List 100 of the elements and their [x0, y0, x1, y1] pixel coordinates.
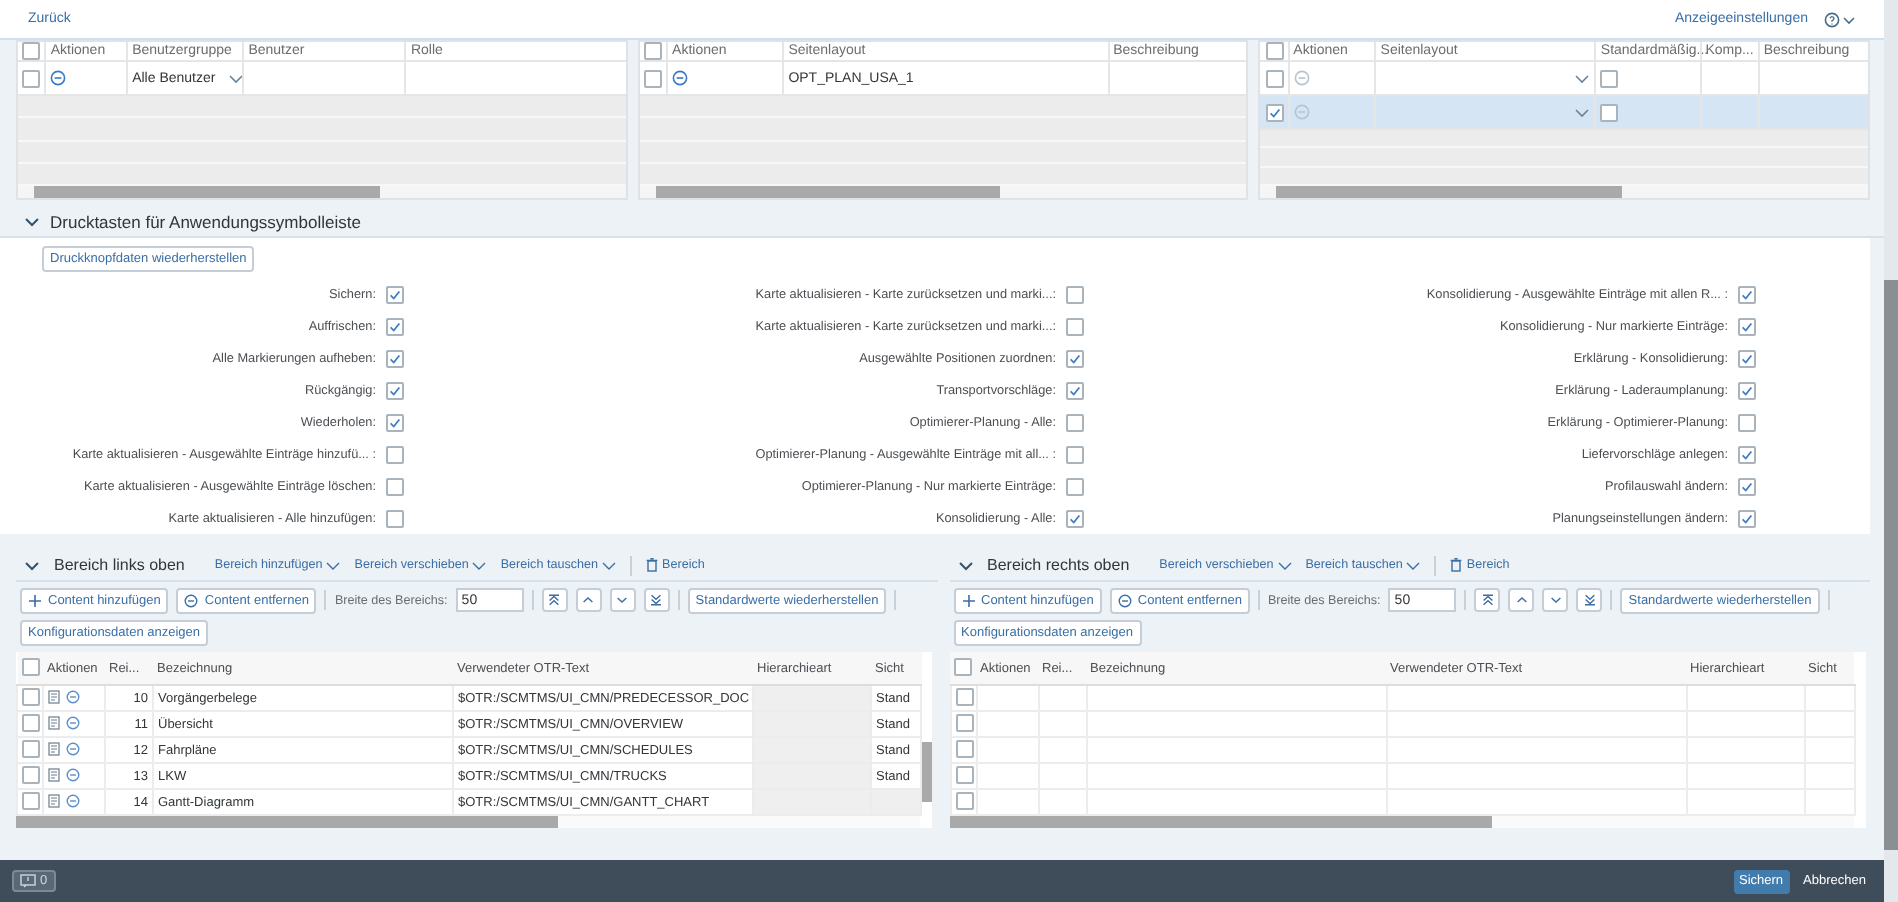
trash-icon: [1450, 558, 1463, 572]
checkbox[interactable]: [1066, 413, 1084, 431]
checkbox[interactable]: [22, 791, 40, 809]
checkbox[interactable]: [22, 739, 40, 757]
details-icon[interactable]: [48, 741, 62, 755]
remove-icon[interactable]: [66, 767, 80, 781]
minus-circle-icon: [184, 593, 199, 607]
checkbox[interactable]: [386, 413, 404, 431]
checkbox[interactable]: [1738, 413, 1756, 431]
minus-circle-icon: [1117, 593, 1132, 607]
checkbox[interactable]: [1600, 69, 1619, 87]
checkbox[interactable]: [386, 445, 404, 463]
chevron-down-icon: [1574, 73, 1591, 83]
scrollbar[interactable]: [1884, 280, 1898, 850]
plus-icon: [28, 593, 42, 607]
scrollbar[interactable]: [949, 816, 1492, 828]
move-top-button[interactable]: [1474, 588, 1501, 612]
chevron-down-icon: [1406, 561, 1421, 569]
checkbox[interactable]: [954, 657, 972, 675]
details-icon[interactable]: [48, 793, 62, 807]
chevron-down-icon: [602, 561, 617, 569]
checkbox[interactable]: [386, 317, 404, 335]
chevron-down-icon: [472, 561, 487, 569]
checkbox[interactable]: [643, 42, 662, 60]
checkbox[interactable]: [643, 69, 662, 87]
remove-icon[interactable]: [50, 70, 67, 86]
details-icon[interactable]: [48, 767, 62, 781]
checkbox[interactable]: [386, 381, 404, 399]
checkbox[interactable]: [22, 713, 40, 731]
checkbox[interactable]: [386, 509, 404, 527]
checkbox[interactable]: [1265, 103, 1283, 121]
chevron-down-icon: [227, 73, 244, 83]
chevron-down-icon[interactable]: [24, 215, 40, 227]
remove-icon[interactable]: [66, 715, 80, 729]
double-chevron-down-icon: [650, 594, 663, 606]
checkbox[interactable]: [1738, 317, 1756, 335]
chevron-down-icon[interactable]: [24, 559, 40, 571]
double-chevron-up-icon: [1481, 594, 1494, 606]
checkbox[interactable]: [21, 657, 39, 675]
checkbox[interactable]: [955, 791, 973, 809]
chevron-down-icon[interactable]: [957, 559, 973, 571]
double-chevron-up-icon: [548, 594, 561, 606]
remove-icon[interactable]: [66, 689, 80, 703]
checkbox[interactable]: [1265, 42, 1283, 60]
checkbox[interactable]: [22, 687, 40, 705]
remove-icon[interactable]: [66, 741, 80, 755]
checkbox[interactable]: [1265, 69, 1283, 87]
checkbox[interactable]: [22, 765, 40, 783]
checkbox[interactable]: [955, 765, 973, 783]
remove-icon[interactable]: [66, 793, 80, 807]
move-down-button[interactable]: [1542, 588, 1569, 612]
move-bottom-button[interactable]: [643, 588, 670, 612]
checkbox[interactable]: [1066, 317, 1084, 335]
checkbox[interactable]: [1066, 445, 1084, 463]
move-up-button[interactable]: [575, 588, 602, 612]
checkbox[interactable]: [1738, 477, 1756, 495]
double-chevron-down-icon: [1583, 594, 1596, 606]
message-icon: [20, 874, 36, 888]
scrollbar[interactable]: [16, 816, 559, 828]
scrollbar[interactable]: [922, 742, 932, 802]
chevron-up-icon: [1515, 594, 1528, 606]
checkbox[interactable]: [386, 285, 404, 303]
scrollbar[interactable]: [655, 186, 1001, 198]
checkbox[interactable]: [386, 349, 404, 367]
scrollbar[interactable]: [34, 186, 380, 198]
checkbox[interactable]: [955, 739, 973, 757]
checkbox[interactable]: [1066, 349, 1084, 367]
checkbox[interactable]: [1738, 381, 1756, 399]
checkbox[interactable]: [955, 687, 973, 705]
checkbox[interactable]: [1738, 445, 1756, 463]
chevron-down-icon: [1574, 107, 1591, 117]
move-top-button[interactable]: [541, 588, 568, 612]
checkbox[interactable]: [955, 713, 973, 731]
remove-icon[interactable]: [672, 70, 689, 86]
checkbox[interactable]: [1738, 509, 1756, 527]
checkbox[interactable]: [386, 477, 404, 495]
checkbox[interactable]: [1738, 349, 1756, 367]
checkbox[interactable]: [1066, 285, 1084, 303]
help-icon: [1824, 11, 1856, 27]
section-title: Drucktasten für Anwendungssymbolleiste: [50, 211, 361, 231]
chevron-down-icon: [616, 594, 629, 606]
details-icon[interactable]: [48, 689, 62, 703]
help-button[interactable]: [1824, 11, 1856, 27]
chevron-down-icon: [326, 561, 341, 569]
area-title: Bereich links oben: [54, 556, 185, 574]
move-down-button[interactable]: [609, 588, 636, 612]
checkbox[interactable]: [1066, 509, 1084, 527]
chevron-down-icon: [1277, 561, 1292, 569]
scrollbar[interactable]: [1276, 186, 1622, 198]
checkbox[interactable]: [1738, 285, 1756, 303]
checkbox[interactable]: [22, 69, 41, 87]
move-up-button[interactable]: [1508, 588, 1535, 612]
details-icon[interactable]: [48, 715, 62, 729]
checkbox[interactable]: [22, 42, 41, 60]
checkbox[interactable]: [1600, 103, 1619, 121]
checkbox[interactable]: [1066, 381, 1084, 399]
move-bottom-button[interactable]: [1576, 588, 1603, 612]
chevron-up-icon: [582, 594, 595, 606]
plus-icon: [961, 593, 975, 607]
checkbox[interactable]: [1066, 477, 1084, 495]
